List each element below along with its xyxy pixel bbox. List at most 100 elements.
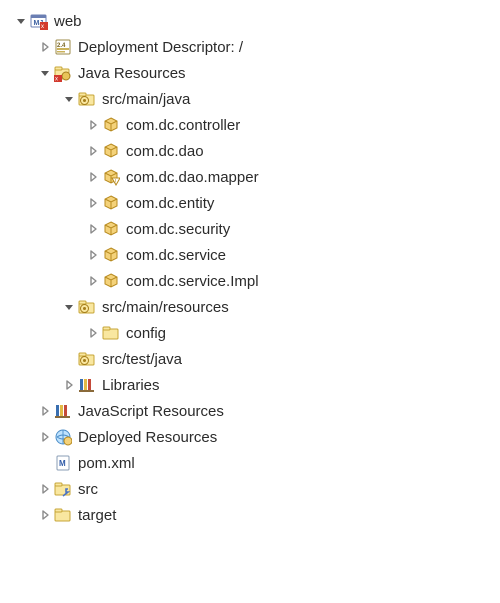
indent xyxy=(0,463,38,464)
tree-item-label: Libraries xyxy=(102,377,160,394)
java-res-icon: x xyxy=(54,64,72,82)
indent xyxy=(0,229,86,230)
maven-file-icon: M xyxy=(54,454,72,472)
tree-item[interactable]: 2.4Deployment Descriptor: / xyxy=(0,34,500,60)
tree-item-label: com.dc.dao xyxy=(126,143,204,160)
tree-item-label: src/test/java xyxy=(102,351,182,368)
svg-text:x: x xyxy=(41,24,44,30)
tree-item-label: Java Resources xyxy=(78,65,186,82)
tree-item[interactable]: com.dc.service.Impl xyxy=(0,268,500,294)
expand-arrow-closed-icon[interactable] xyxy=(86,326,100,340)
tree-item-label: pom.xml xyxy=(78,455,135,472)
src-folder-icon xyxy=(78,298,96,316)
indent xyxy=(0,333,86,334)
indent xyxy=(0,151,86,152)
tree-item[interactable]: x Java Resources xyxy=(0,60,500,86)
expand-arrow-closed-icon[interactable] xyxy=(62,378,76,392)
tree-item-label: com.dc.dao.mapper xyxy=(126,169,259,186)
tree-item[interactable]: com.dc.security xyxy=(0,216,500,242)
expand-arrow-closed-icon[interactable] xyxy=(86,222,100,236)
tree-item[interactable]: com.dc.entity xyxy=(0,190,500,216)
expand-arrow-closed-icon[interactable] xyxy=(38,508,52,522)
svg-text:x: x xyxy=(55,77,58,83)
indent xyxy=(0,177,86,178)
expand-arrow-closed-icon[interactable] xyxy=(86,196,100,210)
tree-item[interactable]: target xyxy=(0,502,500,528)
indent xyxy=(0,385,62,386)
tree-item-label: Deployment Descriptor: / xyxy=(78,39,243,56)
tree-item-label: JavaScript Resources xyxy=(78,403,224,420)
folder-link-icon xyxy=(54,480,72,498)
indent xyxy=(0,515,38,516)
expand-arrow-closed-icon[interactable] xyxy=(38,40,52,54)
expand-arrow-closed-icon[interactable] xyxy=(86,274,100,288)
tree-item-label: src/main/java xyxy=(102,91,190,108)
library-icon xyxy=(78,376,96,394)
tree-item-label: Deployed Resources xyxy=(78,429,217,446)
package-icon xyxy=(102,116,120,134)
expand-arrow-closed-icon[interactable] xyxy=(38,430,52,444)
indent xyxy=(0,21,14,22)
package-icon xyxy=(102,246,120,264)
tree-item-label: com.dc.controller xyxy=(126,117,240,134)
expand-arrow-closed-icon[interactable] xyxy=(38,482,52,496)
tree-item[interactable]: com.dc.controller xyxy=(0,112,500,138)
indent xyxy=(0,411,38,412)
tree-item[interactable]: src/test/java xyxy=(0,346,500,372)
tree-item[interactable]: src/main/resources xyxy=(0,294,500,320)
tree-item-label: src xyxy=(78,481,98,498)
deployed-icon xyxy=(54,428,72,446)
tree-item[interactable]: MJxweb xyxy=(0,8,500,34)
folder-icon xyxy=(54,506,72,524)
package-icon xyxy=(102,194,120,212)
expand-arrow-closed-icon[interactable] xyxy=(86,248,100,262)
expand-arrow-open-icon[interactable] xyxy=(62,300,76,314)
tree-item[interactable]: Mpom.xml xyxy=(0,450,500,476)
indent xyxy=(0,359,62,360)
expand-arrow-closed-icon[interactable] xyxy=(86,170,100,184)
indent xyxy=(0,47,38,48)
svg-text:M: M xyxy=(59,459,66,468)
expand-arrow-closed-icon[interactable] xyxy=(86,144,100,158)
src-folder-icon xyxy=(78,90,96,108)
library-icon xyxy=(54,402,72,420)
src-folder-icon xyxy=(78,350,96,368)
tree-item[interactable]: Deployed Resources xyxy=(0,424,500,450)
indent xyxy=(0,281,86,282)
expand-arrow-closed-icon[interactable] xyxy=(86,118,100,132)
tree-item[interactable]: Libraries xyxy=(0,372,500,398)
tree-item-label: com.dc.service.Impl xyxy=(126,273,259,290)
tree-item-label: web xyxy=(54,13,82,30)
tree-item-label: com.dc.security xyxy=(126,221,230,238)
folder-icon xyxy=(102,324,120,342)
indent xyxy=(0,307,62,308)
expand-arrow-open-icon[interactable] xyxy=(14,14,28,28)
expand-arrow-open-icon[interactable] xyxy=(38,66,52,80)
tree-item-label: com.dc.entity xyxy=(126,195,214,212)
tree-item-label: src/main/resources xyxy=(102,299,229,316)
tree-item-label: target xyxy=(78,507,116,524)
tree-item[interactable]: com.dc.service xyxy=(0,242,500,268)
indent xyxy=(0,489,38,490)
tree-item[interactable]: src xyxy=(0,476,500,502)
tree-item[interactable]: src/main/java xyxy=(0,86,500,112)
indent xyxy=(0,203,86,204)
web-project-icon: MJx xyxy=(30,12,48,30)
tree-item[interactable]: JavaScript Resources xyxy=(0,398,500,424)
package-icon xyxy=(102,272,120,290)
indent xyxy=(0,99,62,100)
tree-item-label: com.dc.service xyxy=(126,247,226,264)
expand-arrow-closed-icon[interactable] xyxy=(38,404,52,418)
tree-item[interactable]: ! com.dc.dao.mapper xyxy=(0,164,500,190)
package-icon xyxy=(102,220,120,238)
tree-item[interactable]: config xyxy=(0,320,500,346)
package-err-icon: ! xyxy=(102,168,120,186)
indent xyxy=(0,437,38,438)
tree-item-label: config xyxy=(126,325,166,342)
tree-item[interactable]: com.dc.dao xyxy=(0,138,500,164)
indent xyxy=(0,125,86,126)
indent xyxy=(0,255,86,256)
package-icon xyxy=(102,142,120,160)
indent xyxy=(0,73,38,74)
expand-arrow-open-icon[interactable] xyxy=(62,92,76,106)
